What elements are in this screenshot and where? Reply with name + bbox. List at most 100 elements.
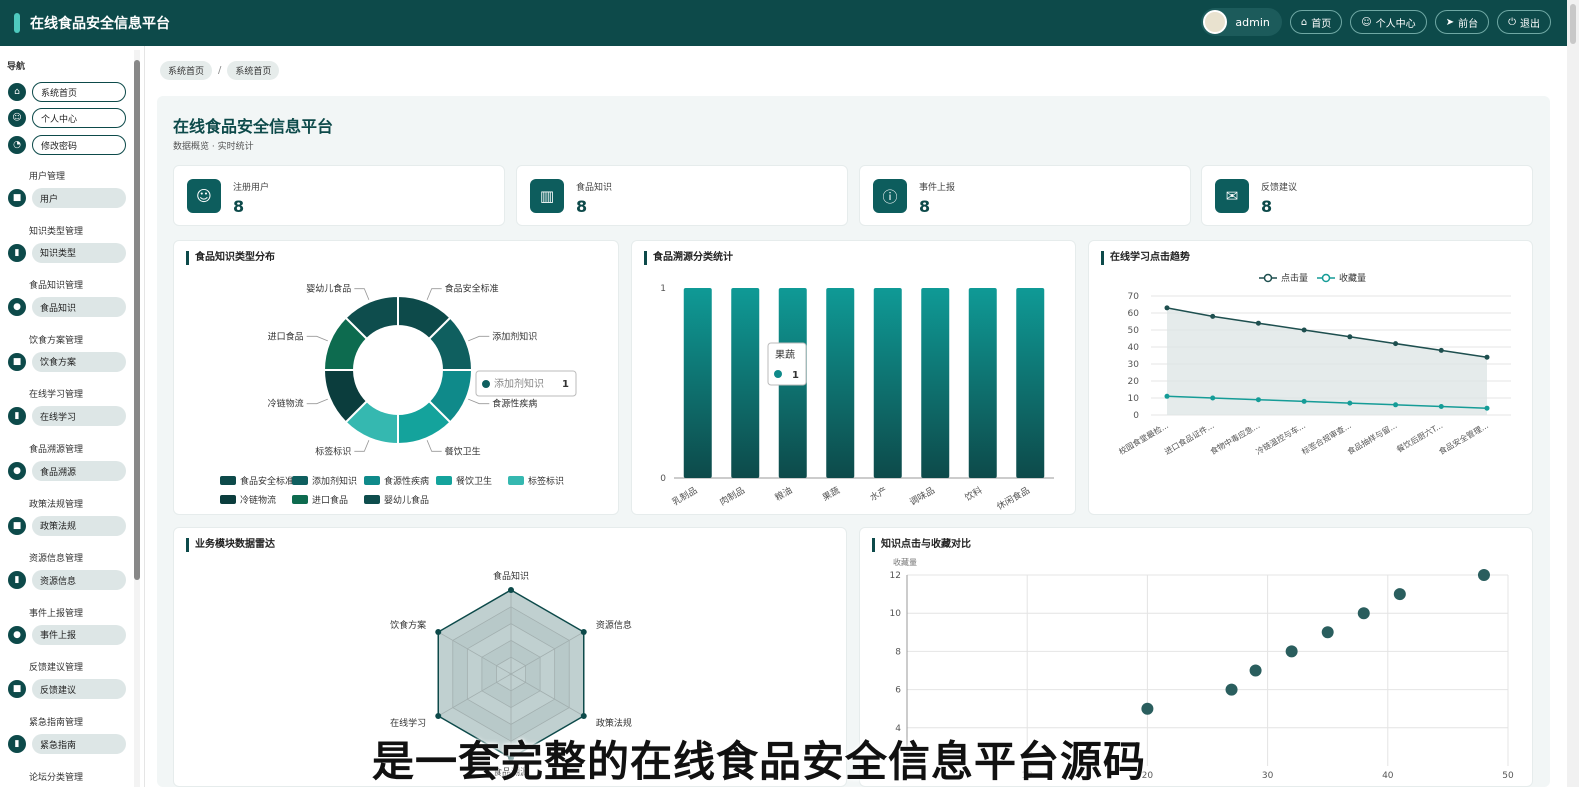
sidebar-subitem[interactable]: ▮ 知识类型 (8, 242, 126, 263)
app-title: 在线食品安全信息平台 (30, 16, 170, 32)
sidebar-item-2[interactable]: ☺ 个人中心 (8, 108, 126, 128)
user-icon: ☺ (8, 109, 26, 127)
breadcrumb-item[interactable]: 系统首页 (227, 61, 280, 80)
logout-button[interactable]: ⏻ 退出 (1497, 10, 1551, 34)
briefcase-icon: ■ (8, 680, 26, 699)
page-scrollbar-thumb[interactable] (1570, 4, 1576, 44)
series-point (1438, 347, 1444, 353)
scatter-point (1249, 664, 1262, 677)
tooltip-value: 1 (792, 370, 799, 381)
sidebar-title: 导航 (7, 62, 26, 72)
y-tick-label: 8 (895, 647, 901, 657)
sidebar-group-label: 在线学习管理 (29, 390, 84, 401)
bar-chart-icon: ▮ (8, 243, 26, 262)
bar-card: 食品溯源分类统计 0 1 乳制品 肉制品 粮油 果蔬 水产 调味品 饮料 休闲食品 果蔬 1 (631, 240, 1076, 515)
sidebar-subitem[interactable]: ● 食品溯源 (8, 461, 126, 481)
sidebar-group-label: 资源信息管理 (29, 554, 84, 565)
sidebar-group-label: 知识类型管理 (29, 226, 84, 237)
user-icon: ☺ (1361, 16, 1372, 28)
stat-value: 8 (919, 197, 931, 216)
sidebar-subitem[interactable]: ▮ 在线学习 (8, 406, 126, 427)
x-tick-label: 校园食堂最检... (1117, 420, 1170, 456)
x-tick-label: 乳制品 (670, 484, 699, 508)
bar (826, 288, 855, 478)
radar-point (580, 713, 587, 719)
x-tick-label: 粮油 (773, 484, 795, 503)
user-chip[interactable]: admin (1201, 8, 1282, 36)
sidebar-item-label: 个人中心 (32, 108, 126, 128)
bar (731, 288, 760, 478)
location-icon: ● (8, 625, 26, 644)
bar-chart-icon: ▮ (8, 407, 26, 426)
page-subtitle: 数据概览 · 实时统计 (173, 142, 254, 152)
bar-tooltip: 果蔬 1 (767, 342, 807, 386)
donut-label-line (468, 398, 490, 405)
logout-button-label: 退出 (1520, 18, 1540, 30)
breadcrumb-item[interactable]: 系统首页 (160, 61, 213, 80)
legend-swatch (292, 495, 308, 504)
series-point (1210, 313, 1216, 319)
donut-chart: 食品安全标准添加剂知识食源性疾病餐饮卫生标签标识冷链物流进口食品婴幼儿食品食品安… (220, 283, 577, 506)
sidebar-item-1[interactable]: ⌂ 系统首页 (8, 82, 126, 102)
bar (683, 288, 712, 478)
sidebar-subitem[interactable]: ▮ 紧急指南 (8, 734, 126, 754)
home-button[interactable]: ⌂ 首页 (1289, 10, 1343, 34)
donut-slice-label: 标签标识 (315, 445, 351, 457)
sidebar-subitem[interactable]: ■ 饮食方案 (8, 351, 126, 372)
stat-label: 食品知识 (576, 183, 613, 193)
sidebar-subitem[interactable]: ● 事件上报 (8, 624, 126, 645)
donut-label-line (306, 398, 328, 405)
alert-icon: ⓘ (873, 179, 907, 213)
y-tick-label: 10 (1128, 394, 1140, 404)
sidebar-group-label: 论坛分类管理 (29, 772, 84, 783)
bar-chart: 01乳制品 肉制品 粮油 果蔬 水产 调味品 饮料 休闲食品果蔬1 (660, 284, 1054, 513)
series-point (1301, 327, 1307, 333)
sidebar-subitem[interactable]: ■ 用户 (8, 188, 126, 208)
sidebar-scrollbar-thumb[interactable] (134, 60, 140, 580)
scatter-point (1225, 683, 1238, 696)
sidebar-group-label: 紧急指南管理 (29, 718, 84, 728)
sidebar-item-label: 食品知识 (32, 297, 126, 318)
bar (1016, 288, 1045, 478)
legend-swatch (364, 476, 380, 485)
donut-slice-label: 添加剂知识 (492, 330, 537, 342)
header-actions: admin ⌂ 首页 ☺ 个人中心 ➤ 前台 ⏻ 退出 (1201, 8, 1551, 36)
stat-card-events: ⓘ 事件上报 8 (859, 165, 1191, 226)
sidebar-item-label: 知识类型 (32, 242, 126, 263)
sidebar-scrollbar[interactable] (134, 50, 140, 787)
sidebar-item-label: 资源信息 (32, 570, 126, 591)
sidebar-group-label: 食品溯源管理 (29, 445, 84, 455)
sidebar-subitem[interactable]: ▮ 资源信息 (8, 570, 126, 591)
profile-button-label: 个人中心 (1375, 18, 1416, 30)
sidebar-group-label: 反馈建议管理 (29, 663, 84, 674)
page-scrollbar[interactable] (1567, 0, 1579, 787)
brand-accent (14, 13, 20, 33)
sidebar-item-label: 用户 (32, 188, 126, 208)
x-tick-label: 标签合规审查... (1300, 420, 1353, 456)
x-tick-label: 40 (1382, 771, 1394, 781)
legend-label: 标签标识 (528, 475, 564, 487)
sidebar-item-3[interactable]: ◔ 修改密码 (8, 135, 126, 155)
sidebar-group-label: 政策法规管理 (29, 499, 84, 510)
stat-value: 8 (576, 197, 588, 216)
sidebar-item-label: 事件上报 (32, 624, 126, 645)
sidebar-subitem[interactable]: ■ 反馈建议 (8, 679, 126, 700)
sidebar-subitem[interactable]: ■ 政策法规 (8, 515, 126, 536)
radar-point (580, 629, 587, 635)
radar-indicator-label: 资源信息 (596, 619, 632, 631)
sidebar-subitem[interactable]: ● 食品知识 (8, 297, 126, 318)
home-button-label: 首页 (1311, 18, 1332, 30)
series-point (1393, 402, 1399, 408)
donut-slice-label: 婴幼儿食品 (306, 283, 351, 295)
bar-chart-icon: ▮ (8, 571, 26, 590)
donut-slice-label: 食源性疾病 (492, 398, 537, 410)
radar-indicator-label: 食品知识 (493, 570, 529, 582)
profile-button[interactable]: ☺ 个人中心 (1350, 10, 1427, 34)
legend-swatch (292, 476, 308, 485)
series-point (1347, 400, 1353, 406)
sidebar-group-label: 用户管理 (29, 172, 66, 182)
sidebar-group-label: 事件上报管理 (29, 608, 84, 619)
scatter-point (1393, 588, 1406, 601)
frontend-button[interactable]: ➤ 前台 (1434, 10, 1490, 34)
location-icon: ● (8, 462, 26, 480)
